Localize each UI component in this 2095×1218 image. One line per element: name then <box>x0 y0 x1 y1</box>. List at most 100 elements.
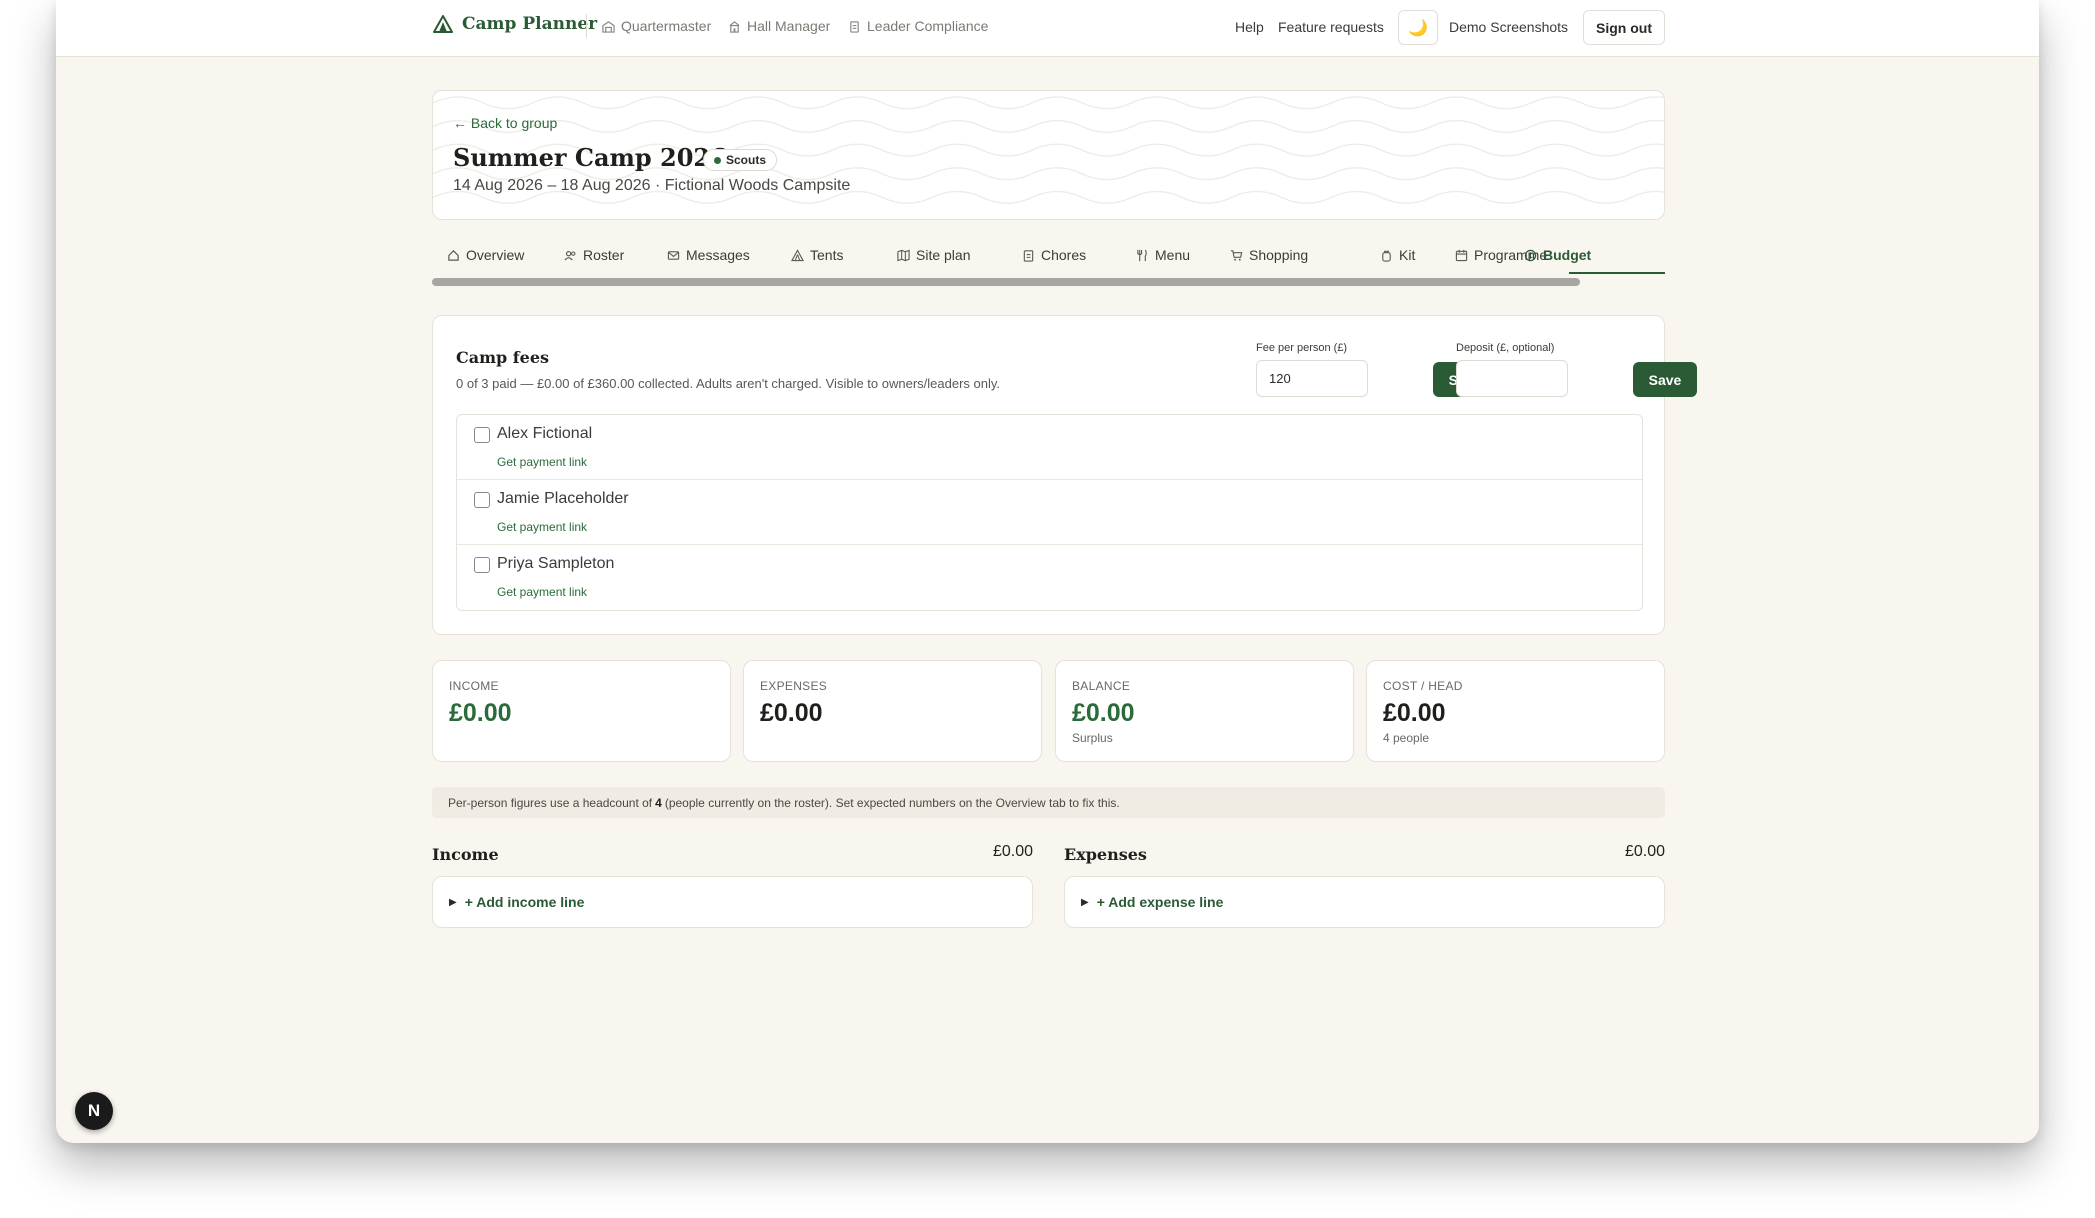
brand-logo[interactable]: Camp Planner <box>432 14 597 34</box>
tab-roster[interactable]: Roster <box>564 236 624 274</box>
cost-per-head-value: £0.00 <box>1383 699 1446 727</box>
tab-messages[interactable]: Messages <box>667 236 750 274</box>
coin-icon <box>1524 249 1537 261</box>
expenses-stat-label: EXPENSES <box>760 679 828 693</box>
tent-icon <box>791 248 804 261</box>
nav-hall-manager-label: Hall Manager <box>747 18 831 34</box>
tab-roster-label: Roster <box>583 247 625 263</box>
deposit-input[interactable] <box>1456 360 1568 397</box>
back-to-group-link[interactable]: ← Back to group <box>453 115 557 131</box>
dev-tools-badge[interactable]: N <box>75 1092 113 1130</box>
tabs-scrollbar[interactable] <box>432 278 1665 288</box>
headcount-notice-after: (people currently on the roster). Set ex… <box>664 795 1120 810</box>
section-badge: Scouts <box>703 149 778 171</box>
camp-fees-card: Camp fees 0 of 3 paid — £0.00 of £360.00… <box>432 315 1697 635</box>
payment-link[interactable]: Get payment link <box>497 520 587 534</box>
income-stat-value: £0.00 <box>449 699 512 727</box>
expenses-stat-value: £0.00 <box>760 699 823 727</box>
tent-logo-icon <box>433 15 453 33</box>
deposit-label: Deposit (£, optional) <box>1456 342 1555 354</box>
home-icon <box>448 249 459 261</box>
warehouse-icon <box>602 20 615 33</box>
save-deposit-button[interactable]: Save <box>1633 362 1697 397</box>
camp-tabs: Overview Roster Messages Tents Site plan… <box>432 236 1665 274</box>
headcount-notice-before: Per-person figures use a headcount of <box>448 795 653 810</box>
tab-tents[interactable]: Tents <box>791 236 843 274</box>
paid-checkbox[interactable] <box>474 492 490 508</box>
camp-fees-summary: 0 of 3 paid — £0.00 of £360.00 collected… <box>456 376 1001 391</box>
feature-requests-link[interactable]: Feature requests <box>1278 19 1384 35</box>
balance-stat-note: Surplus <box>1072 731 1113 745</box>
list-item: Alex Fictional Get payment link <box>457 415 1642 480</box>
paid-checkbox[interactable] <box>474 557 490 573</box>
map-icon <box>897 249 910 261</box>
nav-quartermaster-label: Quartermaster <box>621 18 712 34</box>
tabs-scrollbar-thumb[interactable] <box>432 278 1580 286</box>
nav-quartermaster[interactable]: Quartermaster <box>602 18 711 34</box>
nav-leader-compliance[interactable]: Leader Compliance <box>848 18 988 34</box>
tab-budget-label: Budget <box>1543 247 1592 263</box>
headcount-notice: Per-person figures use a headcount of 4 … <box>432 787 1665 818</box>
theme-toggle-button[interactable]: 🌙 <box>1398 10 1438 45</box>
tab-messages-label: Messages <box>686 247 750 263</box>
cost-per-head-label: COST / HEAD <box>1383 679 1463 693</box>
tab-shopping[interactable]: Shopping <box>1230 236 1308 274</box>
app-window: Camp Planner Quartermaster Hall Manager … <box>56 0 2039 1143</box>
tab-overview-label: Overview <box>466 247 525 263</box>
calendar-icon <box>1455 249 1468 261</box>
tab-chores-label: Chores <box>1041 247 1087 263</box>
camp-header-card: ← Back to group Summer Camp 2026 Scouts … <box>432 90 1665 220</box>
expenses-section-title: Expenses <box>1064 845 1147 864</box>
fee-payers-list: Alex Fictional Get payment link Jamie Pl… <box>456 414 1643 611</box>
add-income-line-button[interactable]: ▶ + Add income line <box>432 876 1033 928</box>
clipboard-icon <box>850 20 859 33</box>
tab-budget[interactable]: Budget <box>1524 236 1591 274</box>
moon-icon: 🌙 <box>1408 19 1428 37</box>
shopping-cart-icon <box>1230 249 1243 261</box>
person-name: Priya Sampleton <box>497 555 615 572</box>
disclosure-triangle-icon: ▶ <box>1081 896 1089 908</box>
paid-checkbox[interactable] <box>474 427 490 443</box>
payment-link[interactable]: Get payment link <box>497 455 587 469</box>
tab-site-plan-label: Site plan <box>916 247 971 263</box>
tab-menu[interactable]: Menu <box>1136 236 1190 274</box>
add-expense-line-label: + Add expense line <box>1096 894 1224 910</box>
balance-stat-label: BALANCE <box>1072 679 1131 693</box>
income-total: £0.00 <box>992 843 1033 860</box>
nav-hall-manager[interactable]: Hall Manager <box>728 18 830 34</box>
tab-site-plan[interactable]: Site plan <box>897 236 970 274</box>
cost-per-head-stat-card: COST / HEAD £0.00 4 people <box>1366 660 1665 762</box>
page-title: Summer Camp 2026 <box>453 143 727 172</box>
cost-per-head-note: 4 people <box>1383 731 1430 745</box>
fee-per-person-label: Fee per person (£) <box>1256 342 1348 354</box>
person-name: Jamie Placeholder <box>497 490 629 507</box>
fee-per-person-input[interactable] <box>1256 360 1368 397</box>
clipboard-list-icon <box>1023 249 1034 262</box>
tab-shopping-label: Shopping <box>1249 247 1309 263</box>
tab-kit[interactable]: Kit <box>1380 236 1415 274</box>
help-link[interactable]: Help <box>1235 19 1264 35</box>
payment-link[interactable]: Get payment link <box>497 585 587 599</box>
balance-stat-card: BALANCE £0.00 Surplus <box>1055 660 1354 762</box>
tab-kit-label: Kit <box>1399 247 1416 263</box>
tab-menu-label: Menu <box>1155 247 1191 263</box>
list-item: Priya Sampleton Get payment link <box>457 545 1642 610</box>
add-income-line-label: + Add income line <box>464 894 585 910</box>
account-name[interactable]: Demo Screenshots <box>1449 19 1568 35</box>
active-tab-indicator <box>1569 272 1665 274</box>
camp-dates-location: 14 Aug 2026 – 18 Aug 2026 · Fictional Wo… <box>453 177 851 194</box>
income-stat-label: INCOME <box>449 679 499 693</box>
brand-name: Camp Planner <box>462 14 598 34</box>
tab-chores[interactable]: Chores <box>1022 236 1086 274</box>
users-icon <box>564 250 576 261</box>
sign-out-button[interactable]: Sign out <box>1583 10 1665 45</box>
income-section-title: Income <box>432 845 499 864</box>
expenses-total: £0.00 <box>1624 843 1665 860</box>
add-expense-line-button[interactable]: ▶ + Add expense line <box>1064 876 1665 928</box>
top-navigation: Camp Planner Quartermaster Hall Manager … <box>56 0 2039 57</box>
list-item: Jamie Placeholder Get payment link <box>457 480 1642 545</box>
tab-overview[interactable]: Overview <box>447 236 524 274</box>
utensils-icon <box>1137 249 1147 261</box>
brand-divider <box>586 14 587 38</box>
tab-tents-label: Tents <box>810 247 844 263</box>
